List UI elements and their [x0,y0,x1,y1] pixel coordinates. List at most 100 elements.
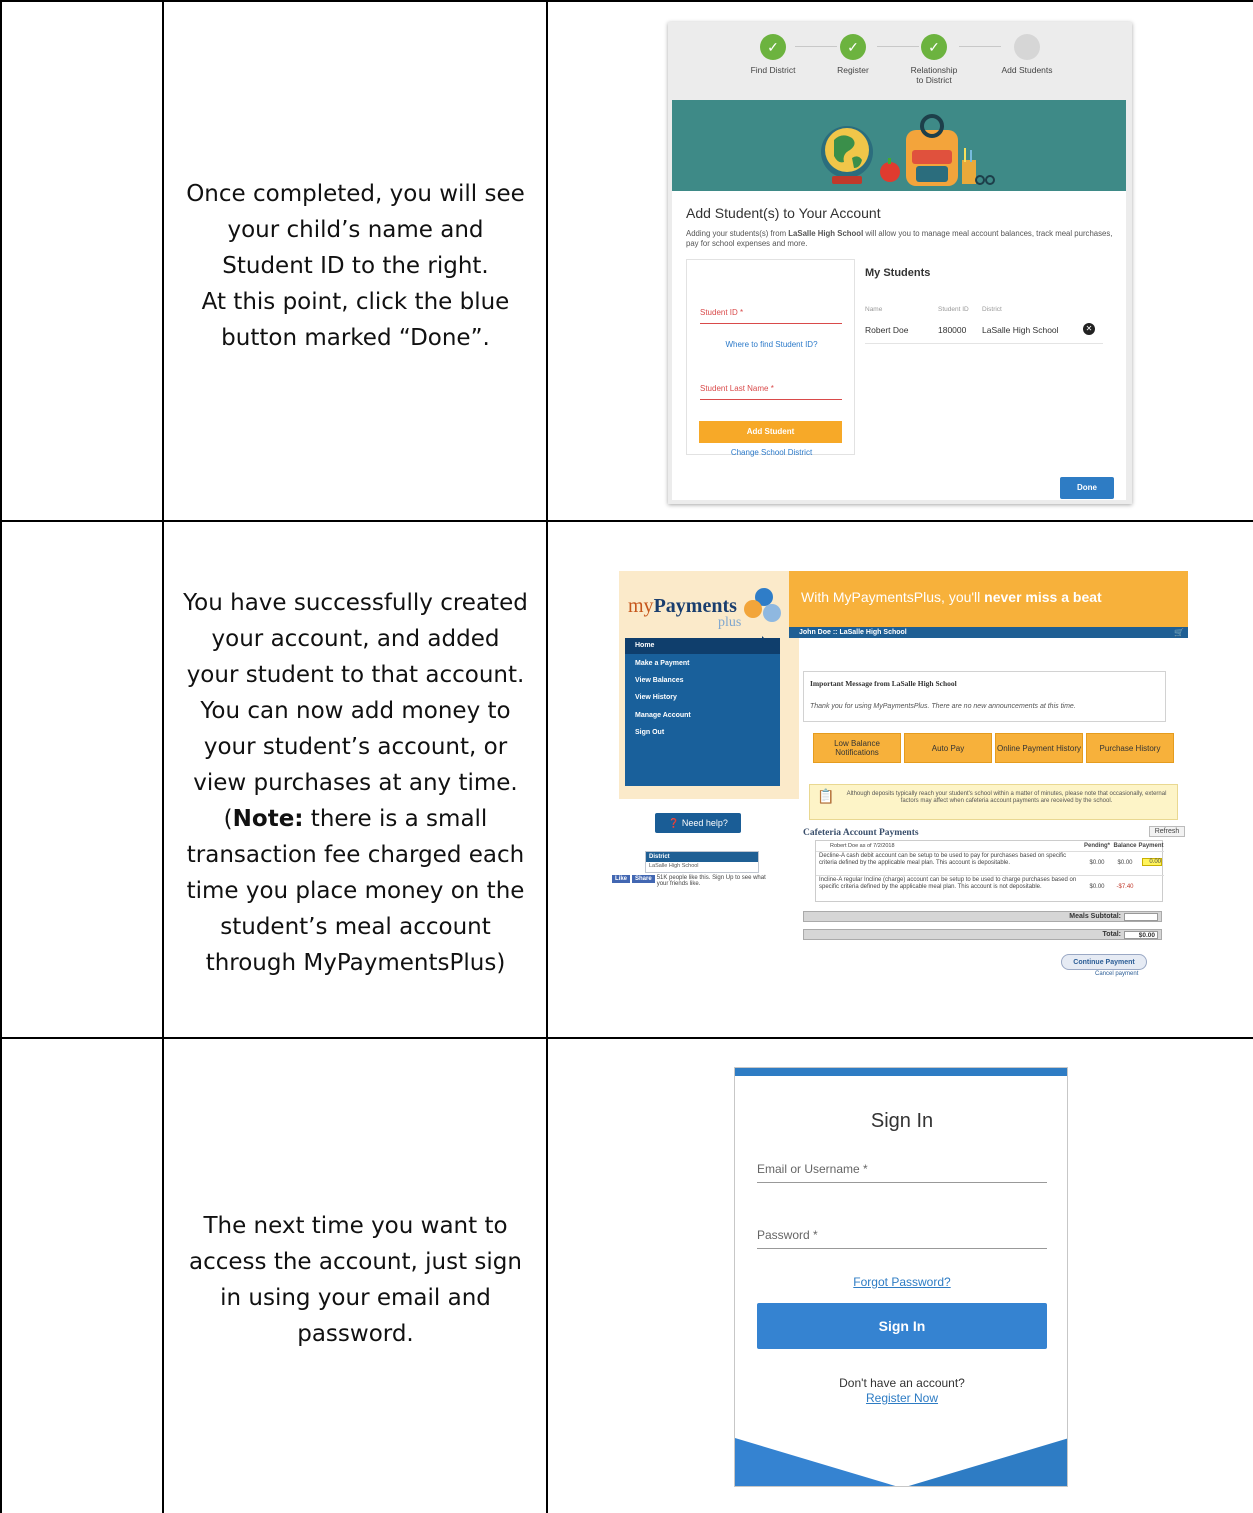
instruction-row-3: The next time you want to access the acc… [165,1208,546,1352]
note-open-paren: ( [223,806,233,832]
nav-item-sign-out[interactable]: Sign Out [635,729,664,736]
meals-subtotal-label: Meals Subtotal: [1069,913,1121,920]
table-caption: Robert Doe as of 7/2/2018 [830,843,895,849]
meals-subtotal-row: Meals Subtotal: [803,911,1162,922]
notice-icon: 📋 [817,788,835,804]
add-student-form: Student ID * Where to find Student ID? S… [686,259,856,457]
check-icon: ✓ [921,34,947,60]
deposit-notice: 📋 Although deposits typically reach your… [809,784,1178,820]
payment-input[interactable]: 0.00 [1142,858,1162,866]
note-text: there is a small [303,806,488,832]
table-row-divider-1 [0,520,1253,522]
instruction-line: button marked “Done”. [221,325,490,351]
instruction-line: in using your email and [220,1285,491,1311]
add-student-screenshot: ✓ Find District ✓ Register ✓ Relationshi… [668,22,1132,504]
tagline-header: With MyPaymentsPlus, you'll never miss a… [789,571,1188,627]
instruction-line: your account, and added [211,626,500,652]
col-student-id-header: Student ID [938,306,969,313]
facebook-like-button[interactable]: Like [612,875,631,883]
password-field[interactable]: Password * [757,1228,1047,1249]
sign-in-title: Sign In [870,1110,934,1132]
student-id-field[interactable]: Student ID * [700,308,842,324]
nav-item-manage-account[interactable]: Manage Account [635,712,691,719]
school-supplies-illustration [821,114,995,186]
total-value: $0.00 [1124,931,1158,939]
note-label: Note: [232,806,304,832]
nav-item-make-a-payment[interactable]: Make a Payment [635,660,689,667]
instruction-line: student’s meal account [220,914,491,940]
student-name: Robert Doe [865,325,909,335]
message-title: Important Message from LaSalle High Scho… [810,679,957,688]
facebook-share-button[interactable]: Share [632,875,655,883]
online-payment-history-button[interactable]: Online Payment History [995,733,1083,763]
col-name-header: Name [865,306,883,313]
col-district-header: District [982,306,1002,313]
meals-subtotal-value [1124,913,1158,921]
step-find-district: ✓ Find District [728,34,818,75]
where-to-find-student-id-link[interactable]: Where to find Student ID? [687,340,856,349]
continue-payment-button[interactable]: Continue Payment [1061,954,1147,970]
register-now-link[interactable]: Register Now [735,1391,1067,1405]
step-label: Find District [750,65,796,75]
nav-corner-fold [762,636,780,654]
change-school-district-link[interactable]: Change School District [687,448,856,457]
nav-item-view-balances[interactable]: View Balances [635,677,684,684]
district-value: LaSalle High School [649,863,699,869]
step-add-students: Add Students [982,34,1072,75]
student-district: LaSalle High School [982,325,1059,335]
table-divider-1 [162,0,164,1513]
instruction-line: your student to that account. [186,662,525,688]
need-help-button[interactable]: ❓ Need help? [655,813,741,833]
total-label: Total: [1102,931,1121,938]
done-button[interactable]: Done [1060,477,1114,499]
cancel-payment-link[interactable]: Cancel payment [1095,971,1138,977]
bottom-decoration [735,1438,1067,1486]
student-last-name-field[interactable]: Student Last Name * [700,384,842,400]
table-row-divider-2 [0,1037,1253,1039]
auto-pay-button[interactable]: Auto Pay [904,733,992,763]
my-students-heading: My Students [865,267,931,279]
instruction-line: access the account, just sign [189,1249,522,1275]
instruction-line: through MyPaymentsPlus) [205,950,506,976]
no-account-text: Don't have an account? [839,1376,965,1390]
pending-value: $0.00 [1089,884,1105,890]
logo-puzzle-icon [744,588,781,622]
instruction-line: password. [297,1321,414,1347]
nav-item-view-history[interactable]: View History [635,694,677,701]
facebook-widget: Like Share 51K people like this. Sign Up t… [612,875,777,887]
instruction-line: your child’s name and [227,217,484,243]
instruction-line: The next time you want to [203,1213,508,1239]
email-field[interactable]: Email or Username * [757,1162,1047,1183]
note-line: (Note: there is a small [165,801,546,837]
instruction-line: your student’s account, or [203,734,508,760]
refresh-button[interactable]: Refresh [1149,826,1185,837]
district-selector[interactable]: District LaSalle High School [645,851,759,873]
message-body: Thank you for using MyPaymentsPlus. Ther… [810,703,1076,710]
check-icon: ✓ [760,34,786,60]
forgot-password-link[interactable]: Forgot Password? [735,1275,1067,1289]
cafeteria-payments-title: Cafeteria Account Payments [803,828,919,838]
cafeteria-accounts-table: Robert Doe as of 7/2/2018 Pending* Balan… [815,840,1164,902]
add-student-button[interactable]: Add Student [699,421,842,443]
account-description: Decline-A cash debit account can be setu… [819,853,1067,866]
top-accent-bar [735,1068,1067,1076]
table-border-left [0,0,2,1513]
table-border-top [0,0,1253,2]
check-icon: ✓ [840,34,866,60]
purchase-history-button[interactable]: Purchase History [1086,733,1174,763]
logo-plus-text: plus [718,615,742,630]
student-id-value: 180000 [938,325,967,335]
question-icon: ❓ [668,818,682,828]
remove-student-icon[interactable]: ✕ [1083,323,1095,335]
nav-item-home[interactable]: Home [635,642,654,649]
col-pending-header: Pending* [1083,843,1110,849]
sign-in-screenshot: Sign In Email or Username * Password * F… [734,1067,1068,1487]
sign-in-button[interactable]: Sign In [757,1303,1047,1349]
balance-value: $0.00 [1117,860,1133,866]
col-payment-header: Payment [1138,843,1164,849]
cart-icon[interactable]: 🛒 [1174,628,1184,637]
facebook-text: 51K people like this. Sign Up to see wha… [656,875,766,887]
low-balance-notifications-button[interactable]: Low Balance Notifications [813,733,901,763]
card-title: Add Student(s) to Your Account [686,205,881,221]
instruction-line: time you place money on the [186,878,525,904]
